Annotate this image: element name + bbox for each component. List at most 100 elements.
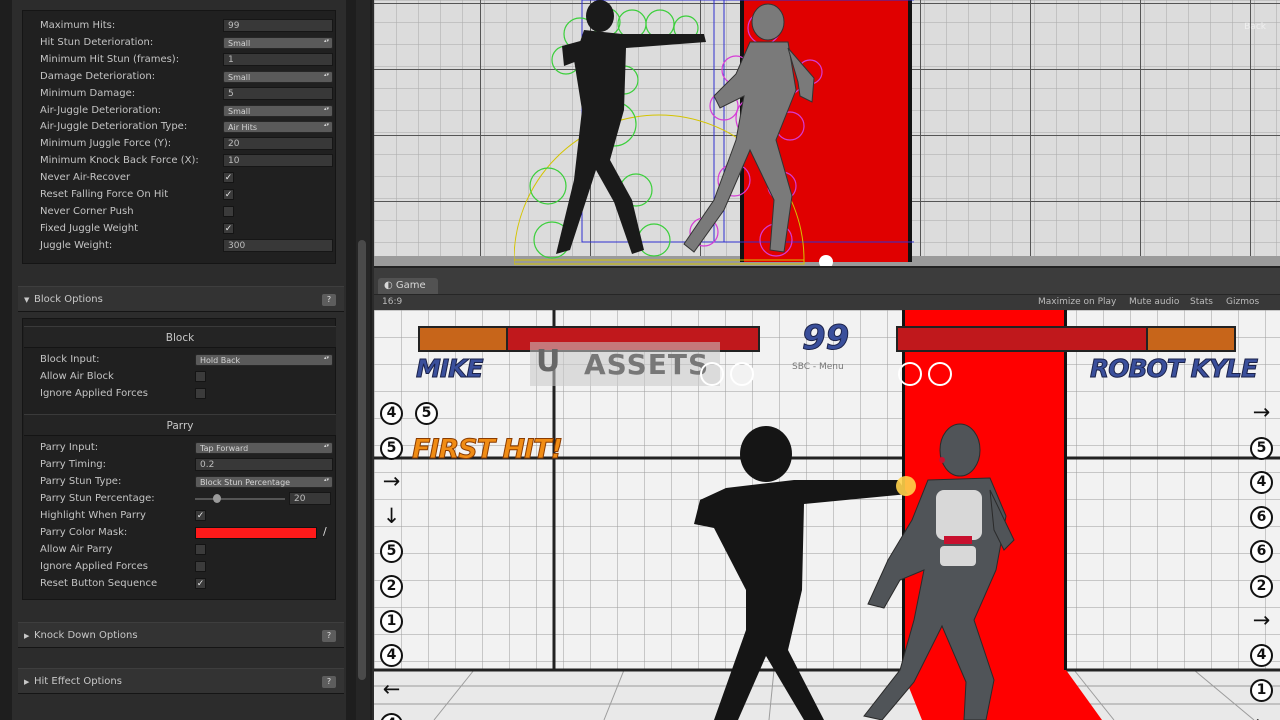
- hit-option-label-0: Maximum Hits:: [40, 20, 116, 31]
- hit-option-checkbox-9[interactable]: ✓: [223, 172, 234, 184]
- game-view[interactable]: MIKE ROBOT KYLE 99 SBC - Menu U ASSETS F…: [374, 310, 1280, 720]
- hit-option-input-8[interactable]: 10: [223, 154, 333, 168]
- p2-input-button-icon: 6: [1250, 505, 1273, 529]
- parry-option-slider-value-3[interactable]: 20: [289, 492, 331, 505]
- p2-input-button-icon: 5: [1250, 436, 1273, 460]
- block-option-checkbox-1[interactable]: [195, 371, 206, 382]
- parry-option-checkbox-4[interactable]: ✓: [195, 510, 206, 521]
- p1-input-button-icon: 5: [415, 402, 438, 425]
- parry-option-checkbox-6[interactable]: [195, 544, 206, 555]
- player2-name: ROBOT KYLE: [1089, 354, 1258, 384]
- p2-health-fill: [898, 328, 1164, 350]
- p1-input-button-icon: 1: [380, 609, 403, 633]
- scene-view[interactable]: Back: [374, 0, 1280, 266]
- round-marker-icon: [730, 362, 754, 386]
- p2-input-arrow-icon: →: [1252, 607, 1271, 632]
- game-icon: ◐: [384, 280, 396, 291]
- p1-input-button-icon: 5: [380, 436, 403, 460]
- round-marker-icon: [928, 362, 952, 386]
- hit-option-label-5: Air-Juggle Deterioration:: [40, 104, 162, 116]
- parry-option-slider-3[interactable]: [195, 494, 285, 503]
- parry-option-label-8: Reset Button Sequence: [40, 578, 158, 589]
- parry-option-checkbox-8[interactable]: ✓: [195, 578, 206, 589]
- block-subheader: Block: [24, 326, 336, 348]
- watermark: U ASSETS: [530, 342, 720, 386]
- block-option-dropdown-0[interactable]: Hold Back: [195, 354, 333, 366]
- knock-down-options-header[interactable]: ▶ Knock Down Options ?: [18, 622, 344, 648]
- block-option-checkbox-2[interactable]: [195, 388, 206, 399]
- p1-portrait-bar: [418, 326, 508, 352]
- p2-portrait-bar: [1146, 326, 1236, 352]
- hit-option-label-4: Minimum Damage:: [40, 87, 136, 99]
- hit-option-checkbox-12[interactable]: ✓: [223, 222, 234, 234]
- hit-option-label-2: Minimum Hit Stun (frames):: [40, 53, 180, 65]
- hit-option-checkbox-11[interactable]: [223, 205, 234, 217]
- watermark-logo: U: [536, 344, 561, 379]
- hit-option-dropdown-6[interactable]: Air Hits: [223, 121, 333, 134]
- maximize-on-play-toggle[interactable]: Maximize on Play: [1038, 297, 1116, 307]
- parry-option-label-0: Parry Input:: [40, 442, 99, 453]
- hit-option-input-4[interactable]: 5: [223, 86, 333, 100]
- help-icon[interactable]: ?: [322, 294, 336, 306]
- p2-input-arrow-icon: ←: [1250, 713, 1273, 720]
- parry-option-dropdown-2[interactable]: Block Stun Percentage: [195, 476, 333, 488]
- block-option-label-2: Ignore Applied Forces: [40, 388, 149, 399]
- hit-option-label-8: Minimum Knock Back Force (X):: [40, 155, 199, 167]
- parry-option-label-1: Parry Timing:: [40, 459, 107, 470]
- help-icon[interactable]: ?: [322, 676, 336, 688]
- hit-option-dropdown-3[interactable]: Small: [223, 70, 333, 83]
- hit-option-dropdown-5[interactable]: Small: [223, 104, 333, 117]
- game-tab[interactable]: ◐ Game: [378, 278, 438, 294]
- hit-option-label-9: Never Air-Recover: [40, 172, 131, 184]
- hit-option-label-10: Reset Falling Force On Hit: [40, 189, 169, 200]
- parry-option-label-3: Parry Stun Percentage:: [40, 493, 155, 504]
- hit-option-dropdown-1[interactable]: Small: [223, 36, 333, 49]
- scrollbar-thumb[interactable]: [358, 240, 366, 680]
- block-options-header[interactable]: ▼ Block Options ?: [18, 286, 344, 312]
- hit-option-label-6: Air-Juggle Deterioration Type:: [40, 121, 188, 133]
- p1-input-button-icon: 4: [380, 402, 403, 425]
- p1-input-arrow-icon: ↓: [382, 503, 401, 528]
- round-timer: 99: [801, 318, 850, 359]
- knock-down-options-label: Knock Down Options: [34, 630, 138, 641]
- mute-audio-toggle[interactable]: Mute audio: [1129, 297, 1179, 307]
- foldout-arrow-icon: ▶: [24, 632, 30, 640]
- help-icon[interactable]: ?: [322, 630, 336, 642]
- hit-option-input-0[interactable]: 99: [223, 19, 333, 32]
- watermark-text: ASSETS: [584, 348, 710, 381]
- hit-option-label-7: Minimum Juggle Force (Y):: [40, 138, 172, 150]
- p2-input-button-icon: 1: [1250, 678, 1273, 702]
- hit-option-checkbox-10[interactable]: ✓: [223, 189, 234, 200]
- slider-knob[interactable]: [213, 494, 221, 503]
- eyedropper-icon[interactable]: /: [323, 525, 327, 538]
- parry-option-dropdown-0[interactable]: Tap Forward: [195, 442, 333, 454]
- parry-option-label-5: Parry Color Mask:: [40, 527, 128, 538]
- timer-subtitle: SBC - Menu: [792, 362, 844, 372]
- parry-option-input-1[interactable]: 0.2: [195, 458, 333, 471]
- parry-option-color-field-5[interactable]: [195, 527, 317, 539]
- hit-option-label-12: Fixed Juggle Weight: [40, 222, 139, 234]
- player1-name: MIKE: [416, 354, 485, 384]
- parry-option-checkbox-7[interactable]: [195, 561, 206, 572]
- foldout-arrow-icon: ▶: [24, 678, 30, 686]
- parry-option-label-6: Allow Air Parry: [40, 544, 113, 555]
- aspect-dropdown[interactable]: 16:9: [382, 297, 402, 307]
- foldout-arrow-icon: ▼: [24, 296, 30, 304]
- hit-effect-options-header[interactable]: ▶ Hit Effect Options ?: [18, 668, 344, 694]
- game-tab-label: Game: [395, 280, 426, 291]
- block-option-label-1: Allow Air Block: [40, 371, 114, 382]
- block-option-label-0: Block Input:: [40, 354, 100, 365]
- parry-option-label-4: Highlight When Parry: [40, 510, 146, 521]
- hit-option-input-2[interactable]: 1: [223, 52, 333, 66]
- fighters: [694, 423, 1015, 720]
- hit-option-input-7[interactable]: 20: [223, 137, 333, 151]
- hit-option-input-13[interactable]: 300: [223, 238, 333, 252]
- round-marker-icon: [700, 362, 724, 386]
- hitbox-gizmos: [514, 0, 914, 266]
- stats-toggle[interactable]: Stats: [1190, 297, 1213, 307]
- gizmos-dropdown[interactable]: Gizmos: [1226, 297, 1259, 307]
- round-marker-icon: [898, 362, 922, 386]
- p2-input-button-icon: 2: [1250, 575, 1273, 598]
- parry-option-label-2: Parry Stun Type:: [40, 476, 122, 487]
- scene-back-label: Back: [1244, 22, 1266, 32]
